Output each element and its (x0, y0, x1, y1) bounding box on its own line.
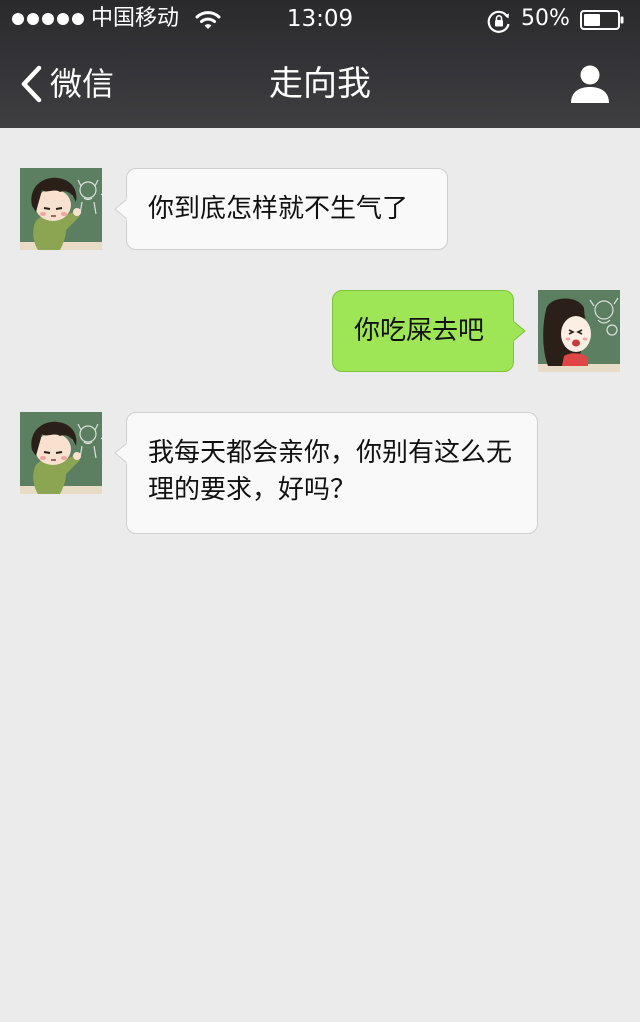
person-icon (571, 65, 609, 103)
bubble-tail (512, 320, 526, 342)
chat-screen: 中国移动 13:09 50% 微信 走向我 你到底怎样就不生气了 你吃屎去吧 我… (0, 0, 640, 1022)
girl-avatar-image (538, 290, 620, 372)
boy-avatar-image (20, 412, 102, 494)
top-bar: 中国移动 13:09 50% 微信 走向我 (0, 0, 640, 128)
outgoing-message-bubble[interactable]: 你吃屎去吧 (332, 290, 514, 372)
bubble-tail (114, 442, 128, 464)
boy-avatar-image (20, 168, 102, 250)
incoming-message-bubble[interactable]: 你到底怎样就不生气了 (126, 168, 448, 250)
incoming-message-bubble[interactable]: 我每天都会亲你，你别有这么无理的要求，好吗？ (126, 412, 538, 534)
bubble-tail (114, 198, 128, 220)
contact-avatar[interactable] (20, 168, 102, 250)
rotation-lock-icon (487, 10, 510, 33)
contact-avatar[interactable] (20, 412, 102, 494)
my-avatar[interactable] (538, 290, 620, 372)
battery-percent: 50% (521, 6, 570, 31)
status-bar: 中国移动 13:09 50% (0, 0, 640, 40)
chat-title: 走向我 (269, 64, 371, 104)
chat-info-button[interactable] (568, 64, 612, 104)
battery-icon (580, 10, 624, 30)
navigation-bar: 微信 走向我 (0, 40, 640, 128)
